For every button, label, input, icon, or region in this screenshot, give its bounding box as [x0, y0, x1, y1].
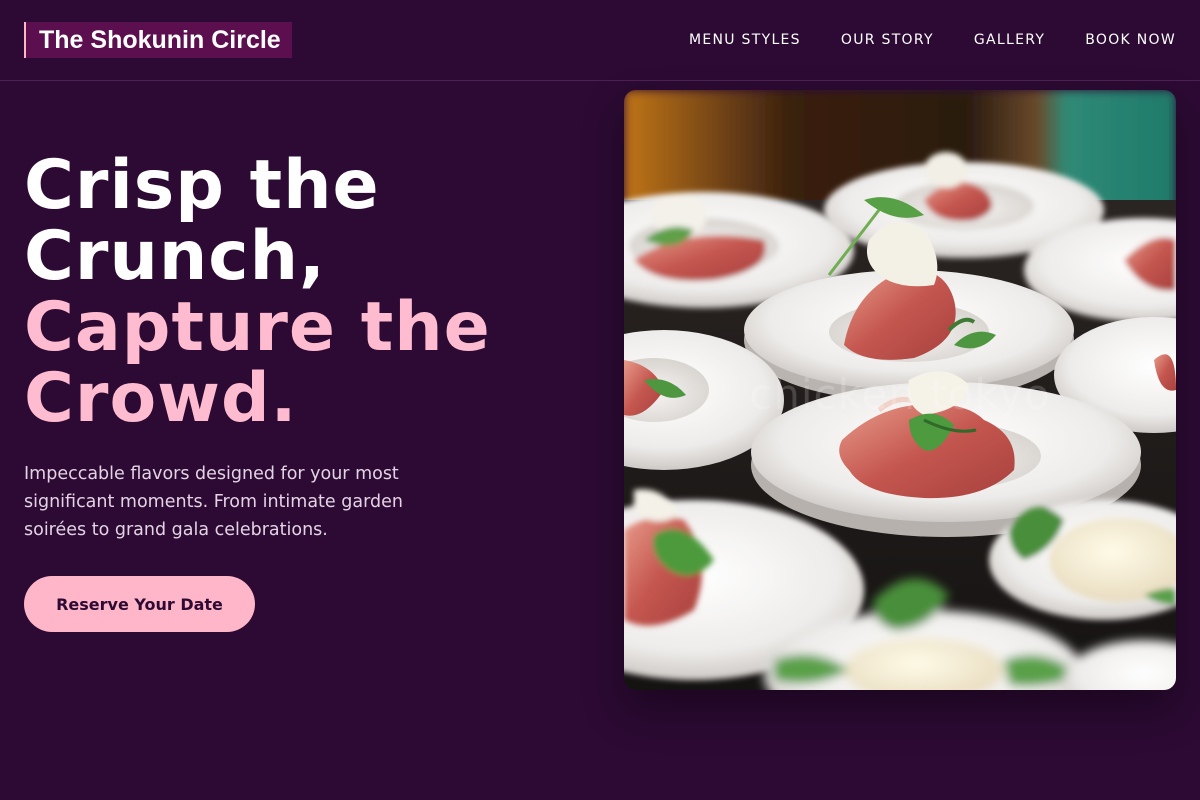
hero-title: Crisp the Crunch, Capture the Crowd.: [24, 150, 584, 434]
hero-title-line-2: Crunch,: [24, 217, 326, 296]
nav-gallery[interactable]: GALLERY: [974, 31, 1045, 49]
hero-accent-line-2: Crowd.: [24, 359, 298, 438]
hero-title-line-1: Crisp the: [24, 146, 380, 225]
nav-book-now[interactable]: BOOK NOW: [1085, 31, 1176, 49]
top-bar: The Shokunin Circle MENU STYLES OUR STOR…: [0, 0, 1200, 81]
reserve-date-button[interactable]: Reserve Your Date: [24, 576, 255, 632]
hero-photo: chicken tokyo: [624, 90, 1176, 690]
brand-logo[interactable]: The Shokunin Circle: [24, 22, 292, 58]
hero-subtitle: Impeccable flavors designed for your mos…: [24, 464, 403, 540]
main-nav: MENU STYLES OUR STORY GALLERY BOOK NOW: [689, 31, 1176, 49]
nav-our-story[interactable]: OUR STORY: [841, 31, 934, 49]
hero-accent-line-1: Capture the: [24, 288, 491, 367]
photo-watermark: chicken tokyo: [749, 370, 1051, 419]
nav-menu-styles[interactable]: MENU STYLES: [689, 31, 801, 49]
